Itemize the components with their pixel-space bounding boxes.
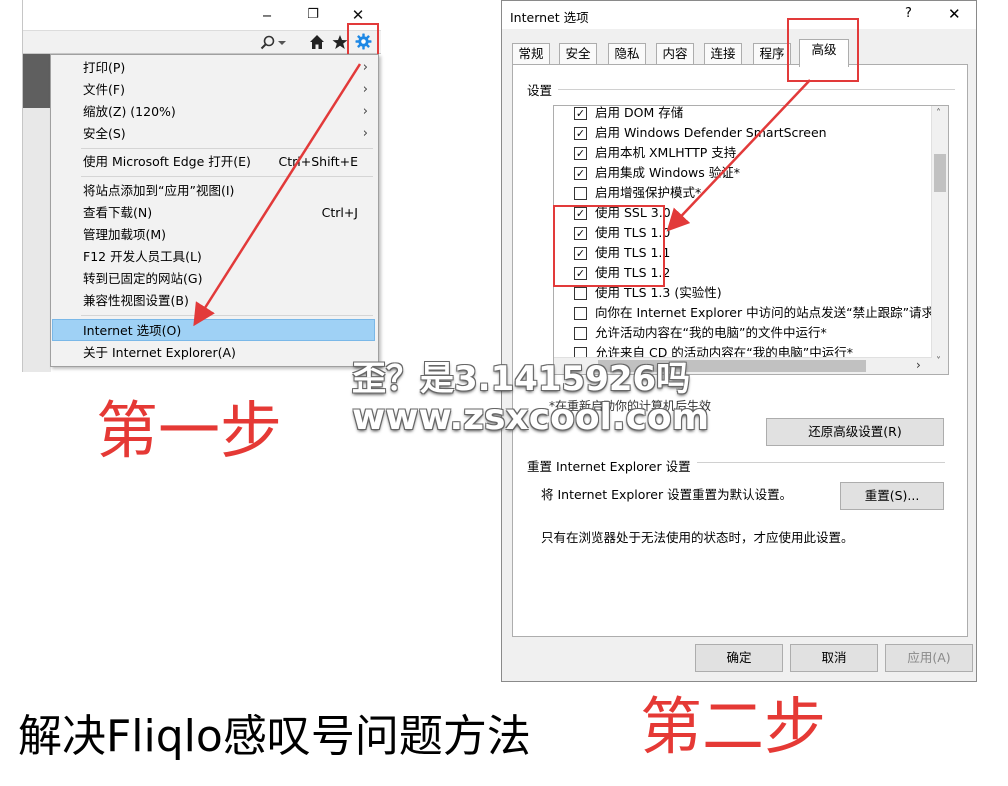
step-two-label: 第二步 [640,690,827,763]
watermark-line-2: www.zsxcool.com [352,397,710,438]
caption: 解决Fliqlo感叹号问题方法 [18,711,531,762]
watermark: 歪？是3.1415926吗 www.zsxcool.com [352,360,772,438]
arrow-step-two [666,79,811,232]
watermark-line-1: 歪？是3.1415926吗 [352,359,691,399]
arrow-step-one [193,63,362,327]
tab-advanced[interactable]: 高级 [799,39,849,67]
